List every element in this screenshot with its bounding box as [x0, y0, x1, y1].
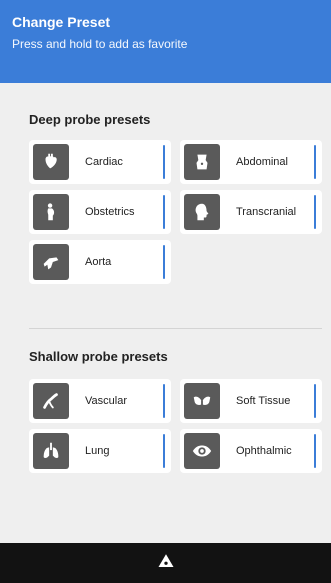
accent-bar: [163, 384, 165, 418]
preset-label: Obstetrics: [85, 206, 135, 218]
preset-transcranial[interactable]: Transcranial: [180, 190, 322, 234]
section-divider: [29, 328, 322, 329]
vessel-icon: [33, 383, 69, 419]
deep-section-title: Deep probe presets: [29, 112, 151, 127]
preset-lung[interactable]: Lung: [29, 429, 171, 473]
head-icon: [184, 194, 220, 230]
preset-cardiac[interactable]: Cardiac: [29, 140, 171, 184]
accent-bar: [314, 195, 316, 229]
header: Change Preset Press and hold to add as f…: [0, 0, 331, 83]
accent-bar: [314, 434, 316, 468]
soft-tissue-icon: [184, 383, 220, 419]
pregnancy-icon: [33, 194, 69, 230]
aorta-icon: [33, 244, 69, 280]
probe-logo-icon[interactable]: [157, 552, 175, 575]
accent-bar: [163, 434, 165, 468]
preset-vascular[interactable]: Vascular: [29, 379, 171, 423]
preset-soft-tissue[interactable]: Soft Tissue: [180, 379, 322, 423]
preset-obstetrics[interactable]: Obstetrics: [29, 190, 171, 234]
heart-icon: [33, 144, 69, 180]
page-title: Change Preset: [12, 14, 111, 30]
preset-label: Cardiac: [85, 156, 123, 168]
lungs-icon: [33, 433, 69, 469]
preset-label: Aorta: [85, 256, 112, 268]
accent-bar: [163, 145, 165, 179]
preset-label: Vascular: [85, 395, 127, 407]
preset-label: Ophthalmic: [236, 445, 292, 457]
abdomen-icon: [184, 144, 220, 180]
shallow-section-title: Shallow probe presets: [29, 349, 168, 364]
eye-icon: [184, 433, 220, 469]
accent-bar: [314, 145, 316, 179]
preset-ophthalmic[interactable]: Ophthalmic: [180, 429, 322, 473]
preset-label: Lung: [85, 445, 110, 457]
preset-aorta[interactable]: Aorta: [29, 240, 171, 284]
page-subtitle: Press and hold to add as favorite: [12, 37, 188, 51]
accent-bar: [163, 245, 165, 279]
preset-label: Soft Tissue: [236, 395, 291, 407]
accent-bar: [163, 195, 165, 229]
preset-list: Deep probe presets Cardiac Abdominal Obs…: [0, 83, 331, 543]
preset-label: Transcranial: [236, 206, 297, 218]
accent-bar: [314, 384, 316, 418]
bottom-bar: [0, 543, 331, 583]
preset-label: Abdominal: [236, 156, 288, 168]
preset-abdominal[interactable]: Abdominal: [180, 140, 322, 184]
